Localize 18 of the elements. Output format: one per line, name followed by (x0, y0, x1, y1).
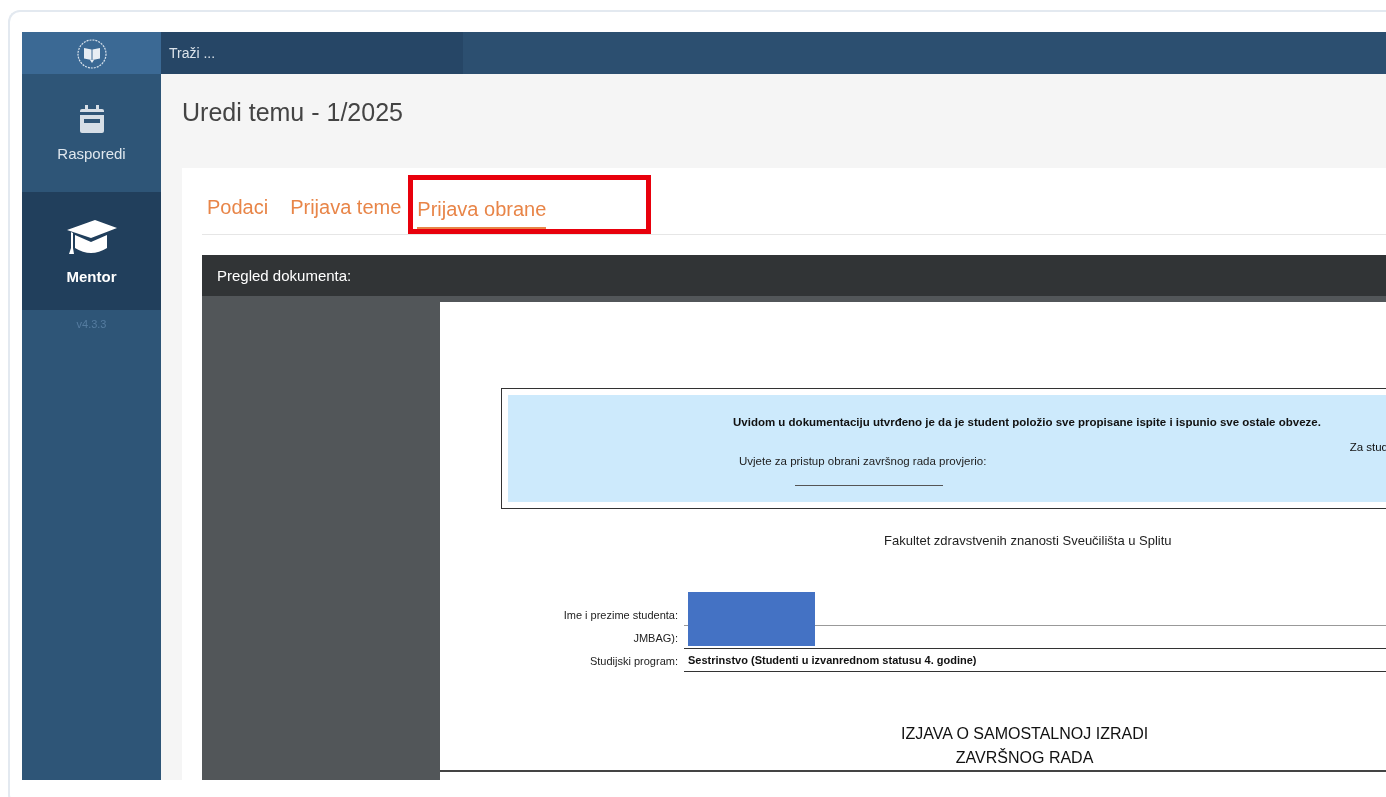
calendar-icon (79, 104, 104, 133)
check-label: Uvjete za pristup obrani završnog rada provjerio: (739, 455, 987, 467)
statement-text: Uvidom u dokumentaciju utvrđeno je da je student položio sve propisane ispite i ispunio sve ostale obveze. (733, 416, 1321, 428)
book-logo-icon (75, 38, 108, 70)
tab[interactable]: Podaci (207, 196, 269, 227)
search-field[interactable]: Traži ... (161, 32, 463, 74)
tab[interactable]: Prijava obrane (417, 198, 547, 229)
viewer-title: Pregled dokumenta: (217, 267, 352, 284)
tab[interactable]: Prijava teme (290, 196, 402, 227)
field-label: JMBAG): (632, 631, 679, 646)
fill-in-line: Sestrinstvo (Studenti u izvanrednom statusu 4. godine) (684, 649, 1386, 672)
sidebar-item[interactable]: Mentor (22, 192, 161, 310)
page-title: Uredi temu - 1/2025 (182, 98, 404, 128)
field-label: Ime i prezime studenta: (562, 608, 679, 623)
field-label: Studijski program: (588, 654, 679, 669)
sidebar-item[interactable]: Rasporedi (22, 74, 161, 192)
institution-text: Fakultet zdravstvenih znanosti Sveučilišta u Splitu (884, 533, 1172, 548)
document-heading: IZJAVA O SAMOSTALNOJ IZRADI ZAVRŠNOG RADA (901, 724, 1149, 768)
